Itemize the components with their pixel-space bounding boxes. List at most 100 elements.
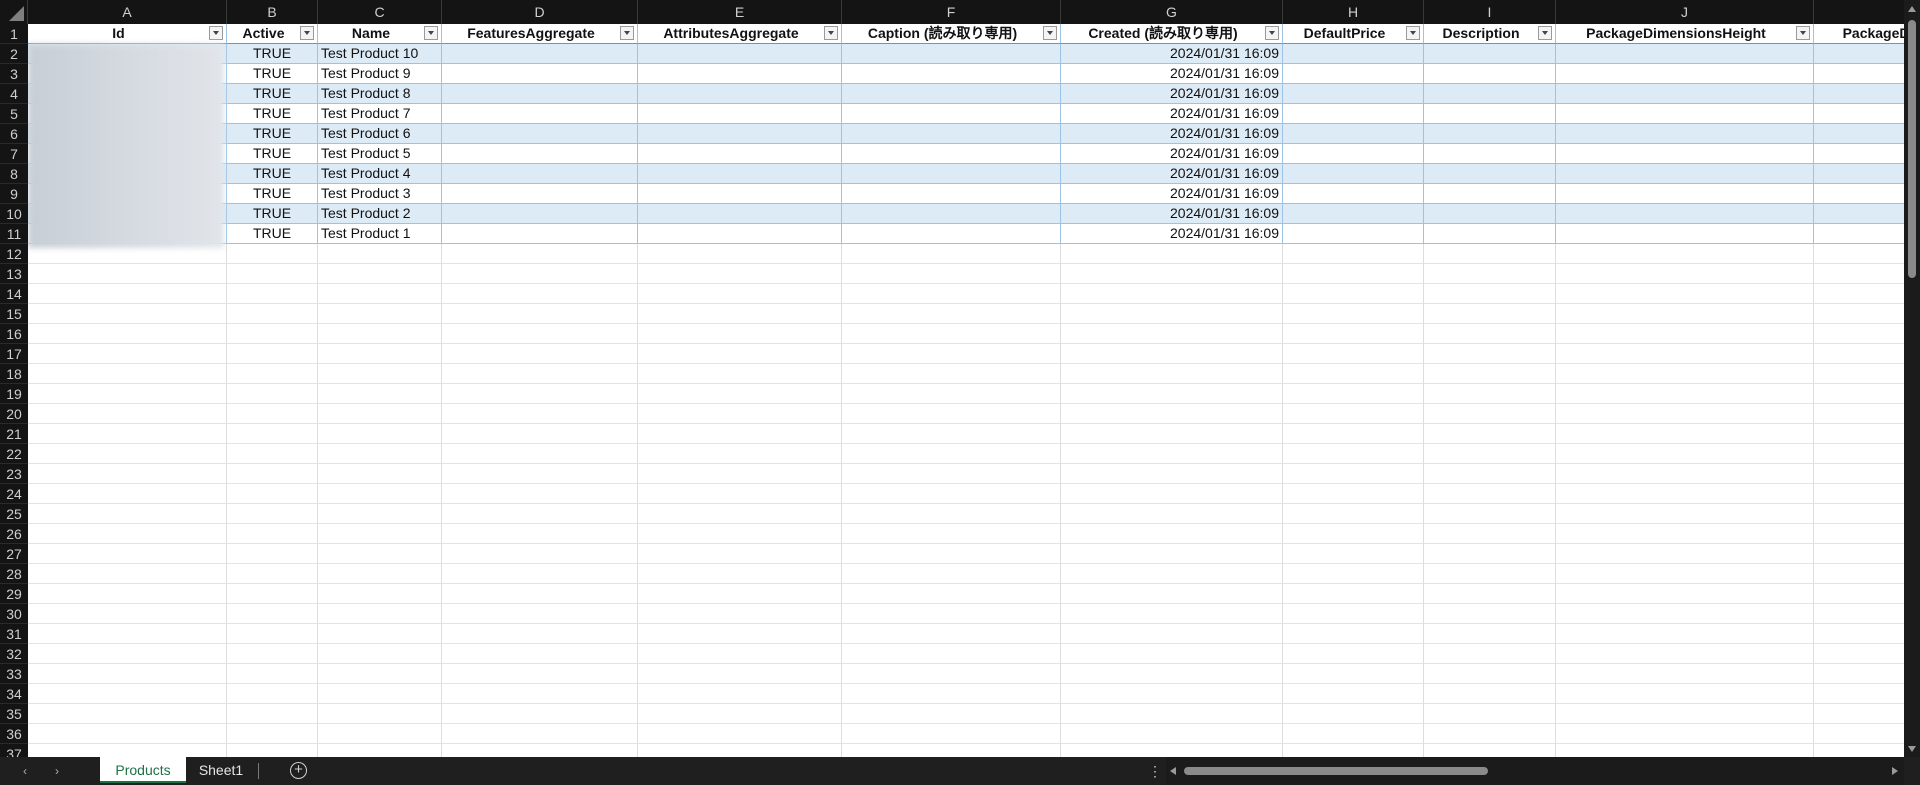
empty-cell[interactable] xyxy=(318,304,442,324)
empty-cell[interactable] xyxy=(227,644,318,664)
empty-cell[interactable] xyxy=(1061,424,1283,444)
empty-cell[interactable] xyxy=(842,404,1061,424)
empty-cell[interactable] xyxy=(442,284,638,304)
empty-cell[interactable] xyxy=(1424,404,1556,424)
empty-cell[interactable] xyxy=(318,724,442,744)
empty-cell[interactable] xyxy=(1424,684,1556,704)
empty-cell[interactable] xyxy=(1556,504,1814,524)
column-letter-c[interactable]: C xyxy=(318,0,442,24)
empty-cell[interactable] xyxy=(442,704,638,724)
empty-cell[interactable] xyxy=(1283,284,1424,304)
table-cell[interactable] xyxy=(842,184,1061,204)
empty-cell[interactable] xyxy=(28,444,227,464)
row-number[interactable]: 3 xyxy=(0,64,28,84)
empty-cell[interactable] xyxy=(638,544,842,564)
empty-cell[interactable] xyxy=(442,624,638,644)
table-cell[interactable]: Test Product 7 xyxy=(318,104,442,124)
empty-cell[interactable] xyxy=(1814,744,1904,757)
empty-cell[interactable] xyxy=(842,244,1061,264)
empty-cell[interactable] xyxy=(318,644,442,664)
row-number[interactable]: 1 xyxy=(0,24,28,44)
table-header-cell[interactable]: Name xyxy=(318,24,442,44)
empty-cell[interactable] xyxy=(1556,484,1814,504)
empty-cell[interactable] xyxy=(1556,424,1814,444)
empty-cell[interactable] xyxy=(1061,624,1283,644)
horizontal-scrollbar[interactable] xyxy=(1166,757,1904,785)
empty-cell[interactable] xyxy=(227,604,318,624)
empty-cell[interactable] xyxy=(442,544,638,564)
empty-cell[interactable] xyxy=(1424,244,1556,264)
row-number[interactable]: 27 xyxy=(0,544,28,564)
row-number[interactable]: 12 xyxy=(0,244,28,264)
vertical-scrollbar[interactable] xyxy=(1904,0,1920,757)
empty-cell[interactable] xyxy=(318,244,442,264)
empty-cell[interactable] xyxy=(1061,604,1283,624)
empty-cell[interactable] xyxy=(1424,564,1556,584)
empty-cell[interactable] xyxy=(1556,664,1814,684)
empty-cell[interactable] xyxy=(227,404,318,424)
empty-cell[interactable] xyxy=(1424,744,1556,757)
empty-cell[interactable] xyxy=(1283,384,1424,404)
table-cell[interactable] xyxy=(638,204,842,224)
empty-cell[interactable] xyxy=(28,664,227,684)
table-cell[interactable] xyxy=(1814,104,1904,124)
empty-cell[interactable] xyxy=(842,504,1061,524)
filter-dropdown-icon[interactable] xyxy=(1406,26,1420,40)
empty-cell[interactable] xyxy=(638,464,842,484)
empty-cell[interactable] xyxy=(1424,304,1556,324)
empty-cell[interactable] xyxy=(842,444,1061,464)
empty-cell[interactable] xyxy=(1814,604,1904,624)
table-cell[interactable]: Test Product 6 xyxy=(318,124,442,144)
table-cell[interactable] xyxy=(638,164,842,184)
empty-cell[interactable] xyxy=(442,724,638,744)
table-cell[interactable]: TRUE xyxy=(227,84,318,104)
table-cell[interactable] xyxy=(842,104,1061,124)
empty-cell[interactable] xyxy=(28,684,227,704)
table-cell[interactable]: Test Product 3 xyxy=(318,184,442,204)
table-cell[interactable] xyxy=(1283,64,1424,84)
empty-cell[interactable] xyxy=(1061,724,1283,744)
empty-cell[interactable] xyxy=(1814,584,1904,604)
table-cell[interactable] xyxy=(442,144,638,164)
empty-cell[interactable] xyxy=(638,644,842,664)
column-letter-g[interactable]: G xyxy=(1061,0,1283,24)
empty-cell[interactable] xyxy=(1814,244,1904,264)
table-cell[interactable] xyxy=(638,124,842,144)
table-header-cell[interactable]: Caption (読み取り専用) xyxy=(842,24,1061,44)
empty-cell[interactable] xyxy=(28,244,227,264)
empty-cell[interactable] xyxy=(1556,464,1814,484)
row-number[interactable]: 33 xyxy=(0,664,28,684)
empty-cell[interactable] xyxy=(28,424,227,444)
table-cell[interactable]: 2024/01/31 16:09 xyxy=(1061,184,1283,204)
empty-cell[interactable] xyxy=(638,284,842,304)
row-number[interactable]: 11 xyxy=(0,224,28,244)
empty-cell[interactable] xyxy=(1424,584,1556,604)
table-cell[interactable] xyxy=(1283,104,1424,124)
empty-cell[interactable] xyxy=(638,364,842,384)
empty-cell[interactable] xyxy=(318,344,442,364)
empty-cell[interactable] xyxy=(638,424,842,444)
table-cell[interactable] xyxy=(1556,204,1814,224)
empty-cell[interactable] xyxy=(842,564,1061,584)
table-header-cell[interactable]: Description xyxy=(1424,24,1556,44)
empty-cell[interactable] xyxy=(1556,244,1814,264)
row-number[interactable]: 32 xyxy=(0,644,28,664)
empty-cell[interactable] xyxy=(1424,664,1556,684)
table-cell[interactable]: TRUE xyxy=(227,124,318,144)
empty-cell[interactable] xyxy=(1814,484,1904,504)
filter-dropdown-icon[interactable] xyxy=(1538,26,1552,40)
table-header-cell[interactable]: PackageDimensionsHeight xyxy=(1556,24,1814,44)
empty-cell[interactable] xyxy=(227,544,318,564)
empty-cell[interactable] xyxy=(638,304,842,324)
column-letter-d[interactable]: D xyxy=(442,0,638,24)
table-header-cell[interactable]: PackageDimensionsLength xyxy=(1814,24,1904,44)
sheet-tab-products[interactable]: Products xyxy=(100,757,186,783)
table-cell[interactable]: Test Product 9 xyxy=(318,64,442,84)
empty-cell[interactable] xyxy=(1283,424,1424,444)
empty-cell[interactable] xyxy=(842,604,1061,624)
table-cell[interactable] xyxy=(1424,224,1556,244)
empty-cell[interactable] xyxy=(1061,304,1283,324)
table-cell[interactable]: 2024/01/31 16:09 xyxy=(1061,124,1283,144)
empty-cell[interactable] xyxy=(638,604,842,624)
empty-cell[interactable] xyxy=(442,324,638,344)
